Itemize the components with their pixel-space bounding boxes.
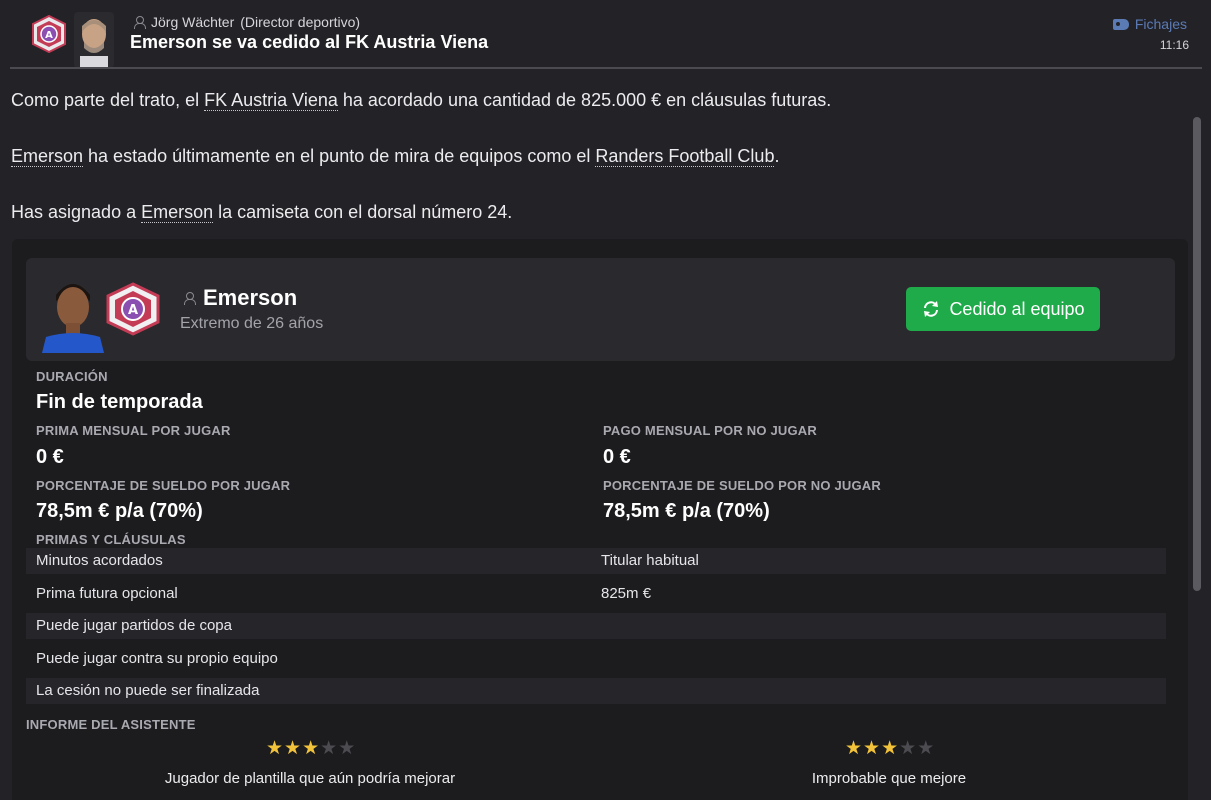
wage-play-label: PORCENTAJE DE SUELDO POR JUGAR: [36, 478, 291, 493]
star-empty-icon: ★: [320, 738, 338, 759]
loan-status-button[interactable]: Cedido al equipo: [906, 287, 1100, 331]
clause-row: Prima futura opcional 825m €: [26, 581, 1166, 607]
paragraph-text: Has asignado a: [11, 202, 142, 222]
duration-value: Fin de temporada: [36, 391, 203, 413]
clause-row: La cesión no puede ser finalizada: [26, 678, 1166, 704]
paragraph-text: ha estado últimamente en el punto de mir…: [83, 146, 596, 166]
star-filled-icon: ★: [266, 738, 284, 759]
club-badge-icon[interactable]: A: [104, 282, 162, 336]
paragraph-text: la camiseta con el dorsal número 24.: [213, 202, 513, 222]
clause-name: Minutos acordados: [36, 552, 163, 569]
person-icon: [183, 292, 196, 305]
refresh-icon: [924, 301, 939, 317]
person-icon: [133, 16, 146, 29]
category-link[interactable]: Fichajes: [1112, 16, 1187, 32]
club-badge-icon[interactable]: A: [30, 14, 68, 54]
clause-name: Prima futura opcional: [36, 585, 178, 602]
star-filled-icon: ★: [863, 738, 881, 759]
paragraph-future-fees: Como parte del trato, el FK Austria Vien…: [11, 90, 831, 111]
potential-rating: ★ ★ ★ ★ ★: [845, 739, 934, 758]
monthly-fee-play-value: 0 €: [36, 446, 64, 468]
loan-status-label: Cedido al equipo: [949, 298, 1085, 319]
paragraph-text: ha acordado una cantidad de 825.000 € en…: [337, 90, 832, 110]
message-header: A Jörg Wächter (Director deportivo) Emer…: [0, 0, 1211, 68]
clause-value: 825m €: [601, 585, 652, 602]
clause-name: Puede jugar contra su propio equipo: [36, 650, 278, 667]
star-empty-icon: ★: [917, 738, 935, 759]
sender-line: Jörg Wächter (Director deportivo): [133, 14, 360, 30]
message-time: 11:16: [1159, 38, 1189, 52]
vertical-scrollbar[interactable]: [1193, 117, 1201, 591]
message-headline: Emerson se va cedido al FK Austria Viena: [130, 32, 489, 52]
star-filled-icon: ★: [284, 738, 302, 759]
club-link[interactable]: FK Austria Viena: [204, 90, 338, 111]
clause-row: Minutos acordados Titular habitual: [26, 548, 1166, 574]
clause-row: Puede jugar contra su propio equipo: [26, 646, 1166, 672]
paragraph-squad-number: Has asignado a Emerson la camiseta con e…: [11, 202, 512, 223]
star-filled-icon: ★: [845, 738, 863, 759]
wage-play-value: 78,5m € p/a (70%): [36, 500, 203, 522]
assistant-report-label: INFORME DEL ASISTENTE: [26, 717, 196, 732]
player-name[interactable]: Emerson: [203, 285, 297, 311]
player-description: Extremo de 26 años: [180, 315, 324, 332]
clauses-label: PRIMAS Y CLÁUSULAS: [36, 532, 186, 547]
monthly-fee-noplay-value: 0 €: [603, 446, 631, 468]
star-filled-icon: ★: [881, 738, 899, 759]
star-empty-icon: ★: [338, 738, 356, 759]
svg-text:A: A: [45, 30, 53, 41]
paragraph-text: .: [774, 146, 780, 166]
potential-report-text: Improbable que mejore: [811, 770, 967, 787]
clause-value: Titular habitual: [601, 552, 699, 569]
wage-noplay-label: PORCENTAJE DE SUELDO POR NO JUGAR: [603, 478, 881, 493]
svg-text:A: A: [128, 303, 138, 318]
player-photo[interactable]: [42, 273, 104, 353]
wage-noplay-value: 78,5m € p/a (70%): [603, 500, 770, 522]
clause-name: Puede jugar partidos de copa: [36, 617, 232, 634]
header-divider: [10, 67, 1202, 69]
star-filled-icon: ★: [302, 738, 320, 759]
ability-report-text: Jugador de plantilla que aún podría mejo…: [164, 770, 456, 787]
paragraph-interest: Emerson ha estado últimamente en el punt…: [11, 146, 779, 167]
clause-name: La cesión no puede ser finalizada: [36, 682, 260, 699]
club-link[interactable]: Randers Football Club: [595, 146, 775, 167]
sender-role: (Director deportivo): [240, 14, 361, 30]
player-name-row: Emerson: [183, 285, 297, 311]
monthly-fee-noplay-label: PAGO MENSUAL POR NO JUGAR: [603, 423, 817, 438]
paragraph-text: Como parte del trato, el: [11, 90, 205, 110]
player-link[interactable]: Emerson: [11, 146, 84, 167]
sender-avatar[interactable]: [74, 12, 114, 68]
star-empty-icon: ★: [899, 738, 917, 759]
player-link[interactable]: Emerson: [141, 202, 214, 223]
clause-row: Puede jugar partidos de copa: [26, 613, 1166, 639]
category-label: Fichajes: [1134, 16, 1187, 32]
ability-rating: ★ ★ ★ ★ ★: [266, 739, 355, 758]
duration-label: DURACIÓN: [36, 369, 108, 384]
monthly-fee-play-label: PRIMA MENSUAL POR JUGAR: [36, 423, 231, 438]
sender-name[interactable]: Jörg Wächter: [151, 14, 234, 30]
tag-icon: [1112, 18, 1129, 30]
